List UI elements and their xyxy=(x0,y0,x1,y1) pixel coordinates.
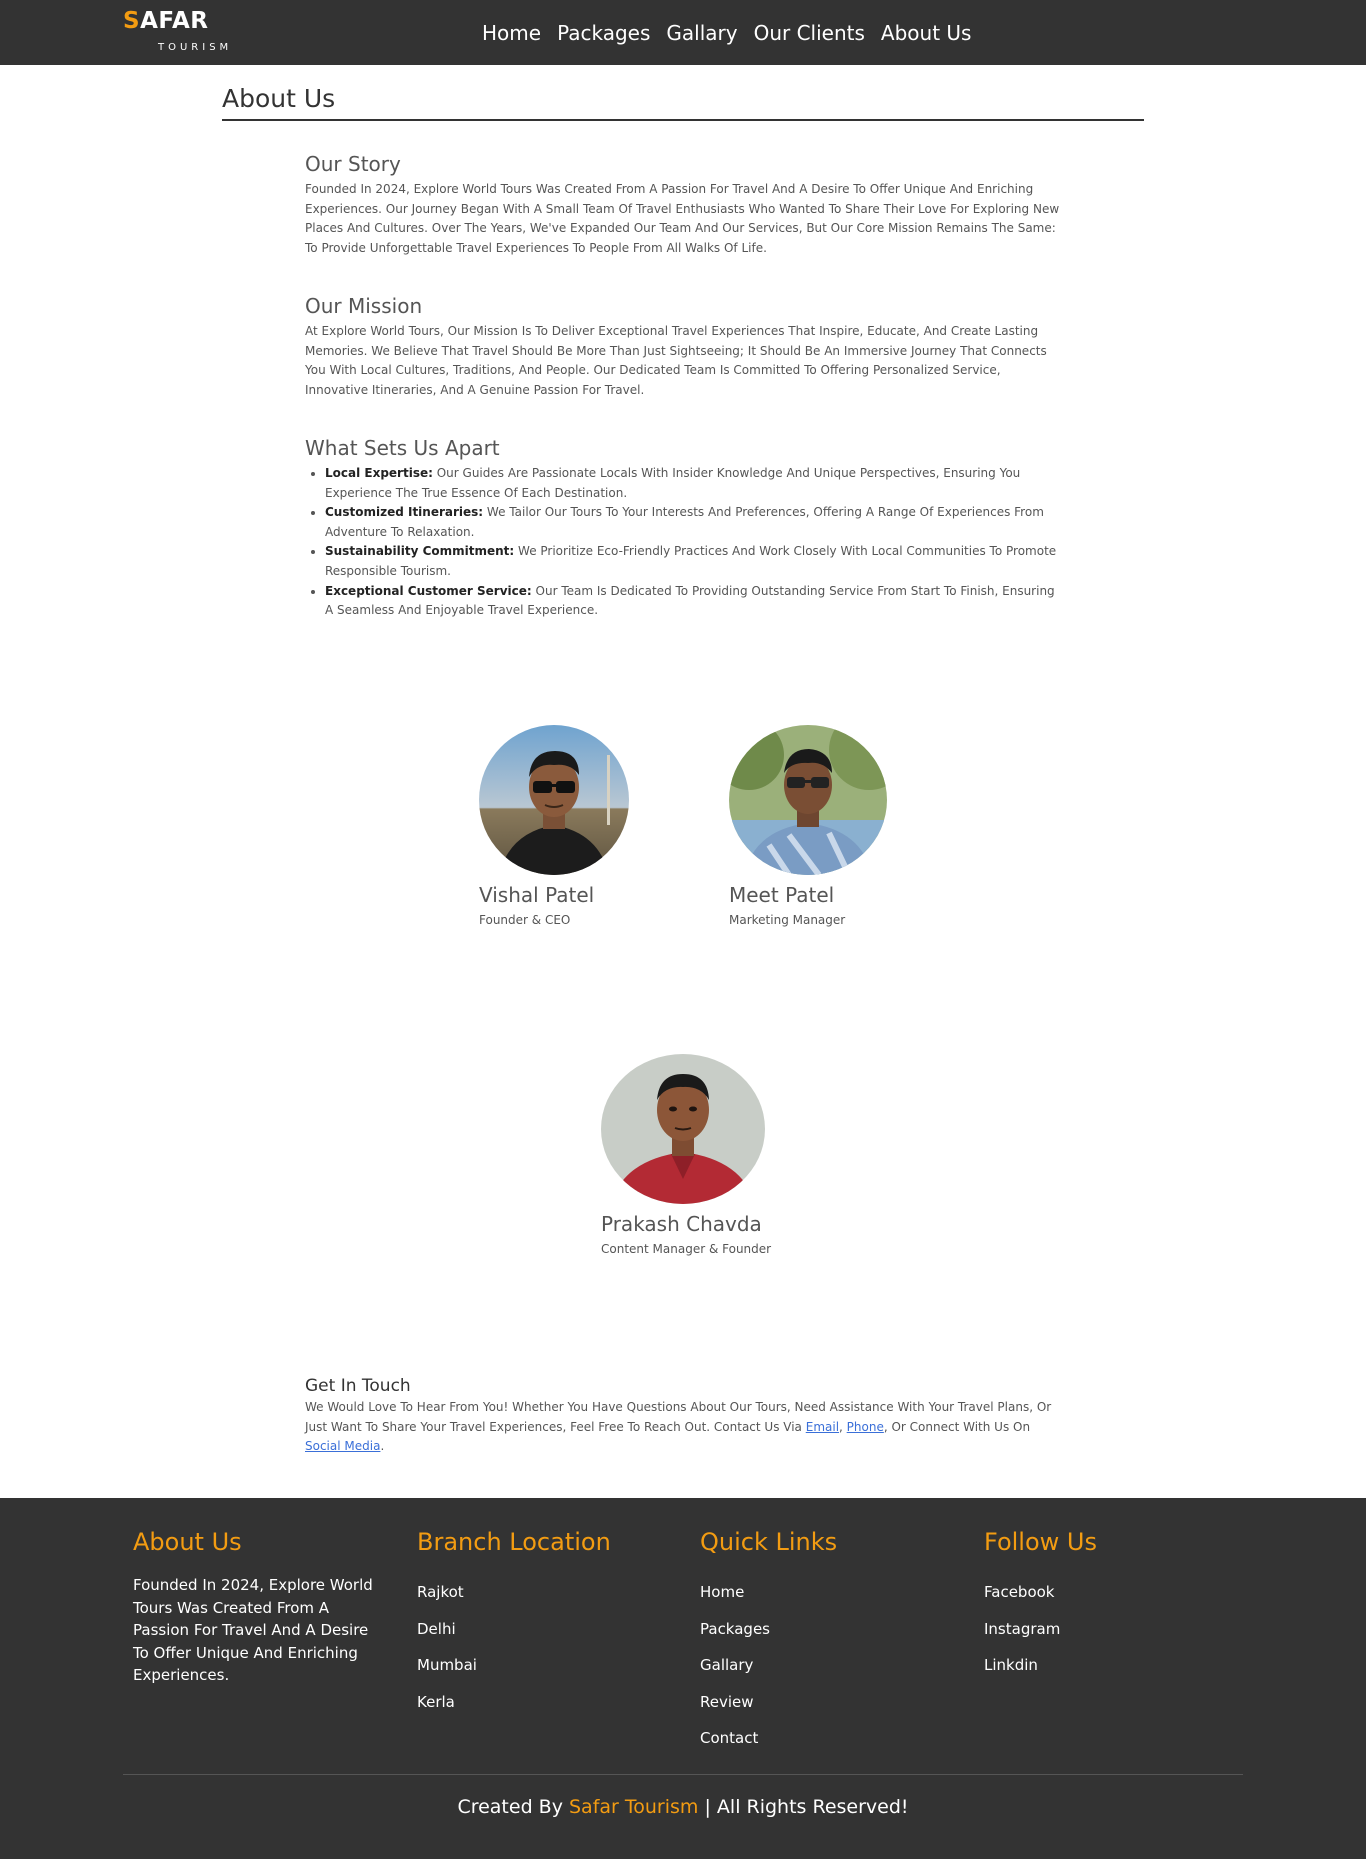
what-sets-us-apart-section: What Sets Us Apart Local Expertise: Our … xyxy=(305,436,1061,621)
branch-delhi: Delhi xyxy=(417,1619,456,1638)
touch-text-part: , Or Connect With Us On xyxy=(883,1419,1031,1434)
footer-follow-column: Follow Us Facebook Instagram Linkdin xyxy=(984,1528,1234,1684)
our-story-section: Our Story Founded In 2024, Explore World… xyxy=(305,152,1061,258)
get-in-touch-text: We Would Love To Hear From You! Whether … xyxy=(305,1398,1061,1457)
our-mission-text: At Explore World Tours, Our Mission Is T… xyxy=(305,324,1047,397)
avatar xyxy=(729,725,887,875)
member-role: Marketing Manager xyxy=(729,913,846,927)
our-story-text: Founded In 2024, Explore World Tours Was… xyxy=(305,182,1060,255)
copyright-text: | All Rights Reserved! xyxy=(698,1796,909,1818)
nav-about-us[interactable]: About Us xyxy=(881,21,972,45)
title-divider xyxy=(222,119,1144,121)
get-in-touch-title: Get In Touch xyxy=(305,1376,411,1396)
avatar xyxy=(479,725,629,875)
page-title: About Us xyxy=(222,84,336,113)
get-in-touch-section: Get In Touch We Would Love To Hear From … xyxy=(305,1376,1061,1457)
list-item-label: Customized Itineraries: xyxy=(325,505,484,520)
footer-link-facebook[interactable]: Facebook xyxy=(984,1574,1234,1611)
touch-text-part: , xyxy=(839,1419,847,1434)
footer-divider xyxy=(123,1774,1243,1775)
nav-our-clients[interactable]: Our Clients xyxy=(754,21,865,45)
list-item-label: Exceptional Customer Service: xyxy=(325,583,532,598)
member-name: Vishal Patel xyxy=(479,883,595,907)
apart-title: What Sets Us Apart xyxy=(305,436,500,460)
touch-text-part: . xyxy=(380,1439,385,1454)
team-member-card: Meet Patel Marketing Manager xyxy=(729,725,887,927)
footer-follow-title: Follow Us xyxy=(984,1528,1097,1556)
copyright-text: Created By xyxy=(457,1796,569,1818)
footer-branch-title: Branch Location xyxy=(417,1528,611,1556)
team-member-card: Prakash Chavda Content Manager & Founder xyxy=(601,1054,771,1256)
footer-link-linkdin[interactable]: Linkdin xyxy=(984,1647,1234,1684)
list-item-label: Sustainability Commitment: xyxy=(325,544,515,559)
member-name: Meet Patel xyxy=(729,883,835,907)
copyright-brand: Safar Tourism xyxy=(569,1796,699,1818)
our-story-title: Our Story xyxy=(305,152,401,176)
footer-link-contact[interactable]: Contact xyxy=(700,1720,950,1757)
footer-link-packages[interactable]: Packages xyxy=(700,1611,950,1648)
avatar xyxy=(601,1054,765,1204)
footer-link-gallary[interactable]: Gallary xyxy=(700,1647,950,1684)
footer-about-text: Founded In 2024, Explore World Tours Was… xyxy=(133,1576,373,1684)
logo[interactable]: SAFAR TOURISM xyxy=(123,8,233,56)
footer-about-title: About Us xyxy=(133,1528,242,1556)
branch-rajkot: Rajkot xyxy=(417,1583,464,1601)
phone-link[interactable]: Phone xyxy=(847,1420,884,1434)
footer-about-column: About Us Founded In 2024, Explore World … xyxy=(133,1528,383,1687)
footer-quick-links-column: Quick Links Home Packages Gallary Review… xyxy=(700,1528,950,1757)
member-role: Founder & CEO xyxy=(479,913,571,927)
branch-mumbai: Mumbai xyxy=(417,1656,477,1674)
list-item: Exceptional Customer Service: Our Team I… xyxy=(325,582,1061,621)
our-mission-section: Our Mission At Explore World Tours, Our … xyxy=(305,294,1061,400)
footer-link-review[interactable]: Review xyxy=(700,1684,950,1721)
member-name: Prakash Chavda xyxy=(601,1212,762,1236)
logo-subtitle: TOURISM xyxy=(158,42,233,53)
nav-home[interactable]: Home xyxy=(482,21,541,45)
footer-quick-links-title: Quick Links xyxy=(700,1528,838,1556)
main-nav: Home Packages Gallary Our Clients About … xyxy=(482,0,971,65)
email-link[interactable]: Email xyxy=(806,1420,839,1434)
navbar: SAFAR TOURISM Home Packages Gallary Our … xyxy=(0,0,1366,65)
nav-packages[interactable]: Packages xyxy=(557,21,650,45)
list-item: Sustainability Commitment: We Prioritize… xyxy=(325,542,1061,581)
apart-list: Local Expertise: Our Guides Are Passiona… xyxy=(305,464,1061,621)
footer-link-home[interactable]: Home xyxy=(700,1574,950,1611)
social-media-link[interactable]: Social Media xyxy=(305,1439,380,1453)
our-mission-title: Our Mission xyxy=(305,294,423,318)
copyright: Created By Safar Tourism | All Rights Re… xyxy=(0,1796,1366,1818)
branch-kerla: Kerla xyxy=(417,1692,455,1711)
nav-gallary[interactable]: Gallary xyxy=(666,21,737,45)
logo-text: SAFAR xyxy=(123,8,209,34)
member-role: Content Manager & Founder xyxy=(601,1242,772,1256)
list-item: Local Expertise: Our Guides Are Passiona… xyxy=(325,464,1061,503)
footer: About Us Founded In 2024, Explore World … xyxy=(0,1498,1366,1859)
footer-branch-column: Branch Location Rajkot Delhi Mumbai Kerl… xyxy=(417,1528,667,1720)
list-item-label: Local Expertise: xyxy=(325,466,433,480)
footer-link-instagram[interactable]: Instagram xyxy=(984,1611,1234,1648)
team-member-card: Vishal Patel Founder & CEO xyxy=(479,725,629,927)
list-item: Customized Itineraries: We Tailor Our To… xyxy=(325,503,1061,542)
